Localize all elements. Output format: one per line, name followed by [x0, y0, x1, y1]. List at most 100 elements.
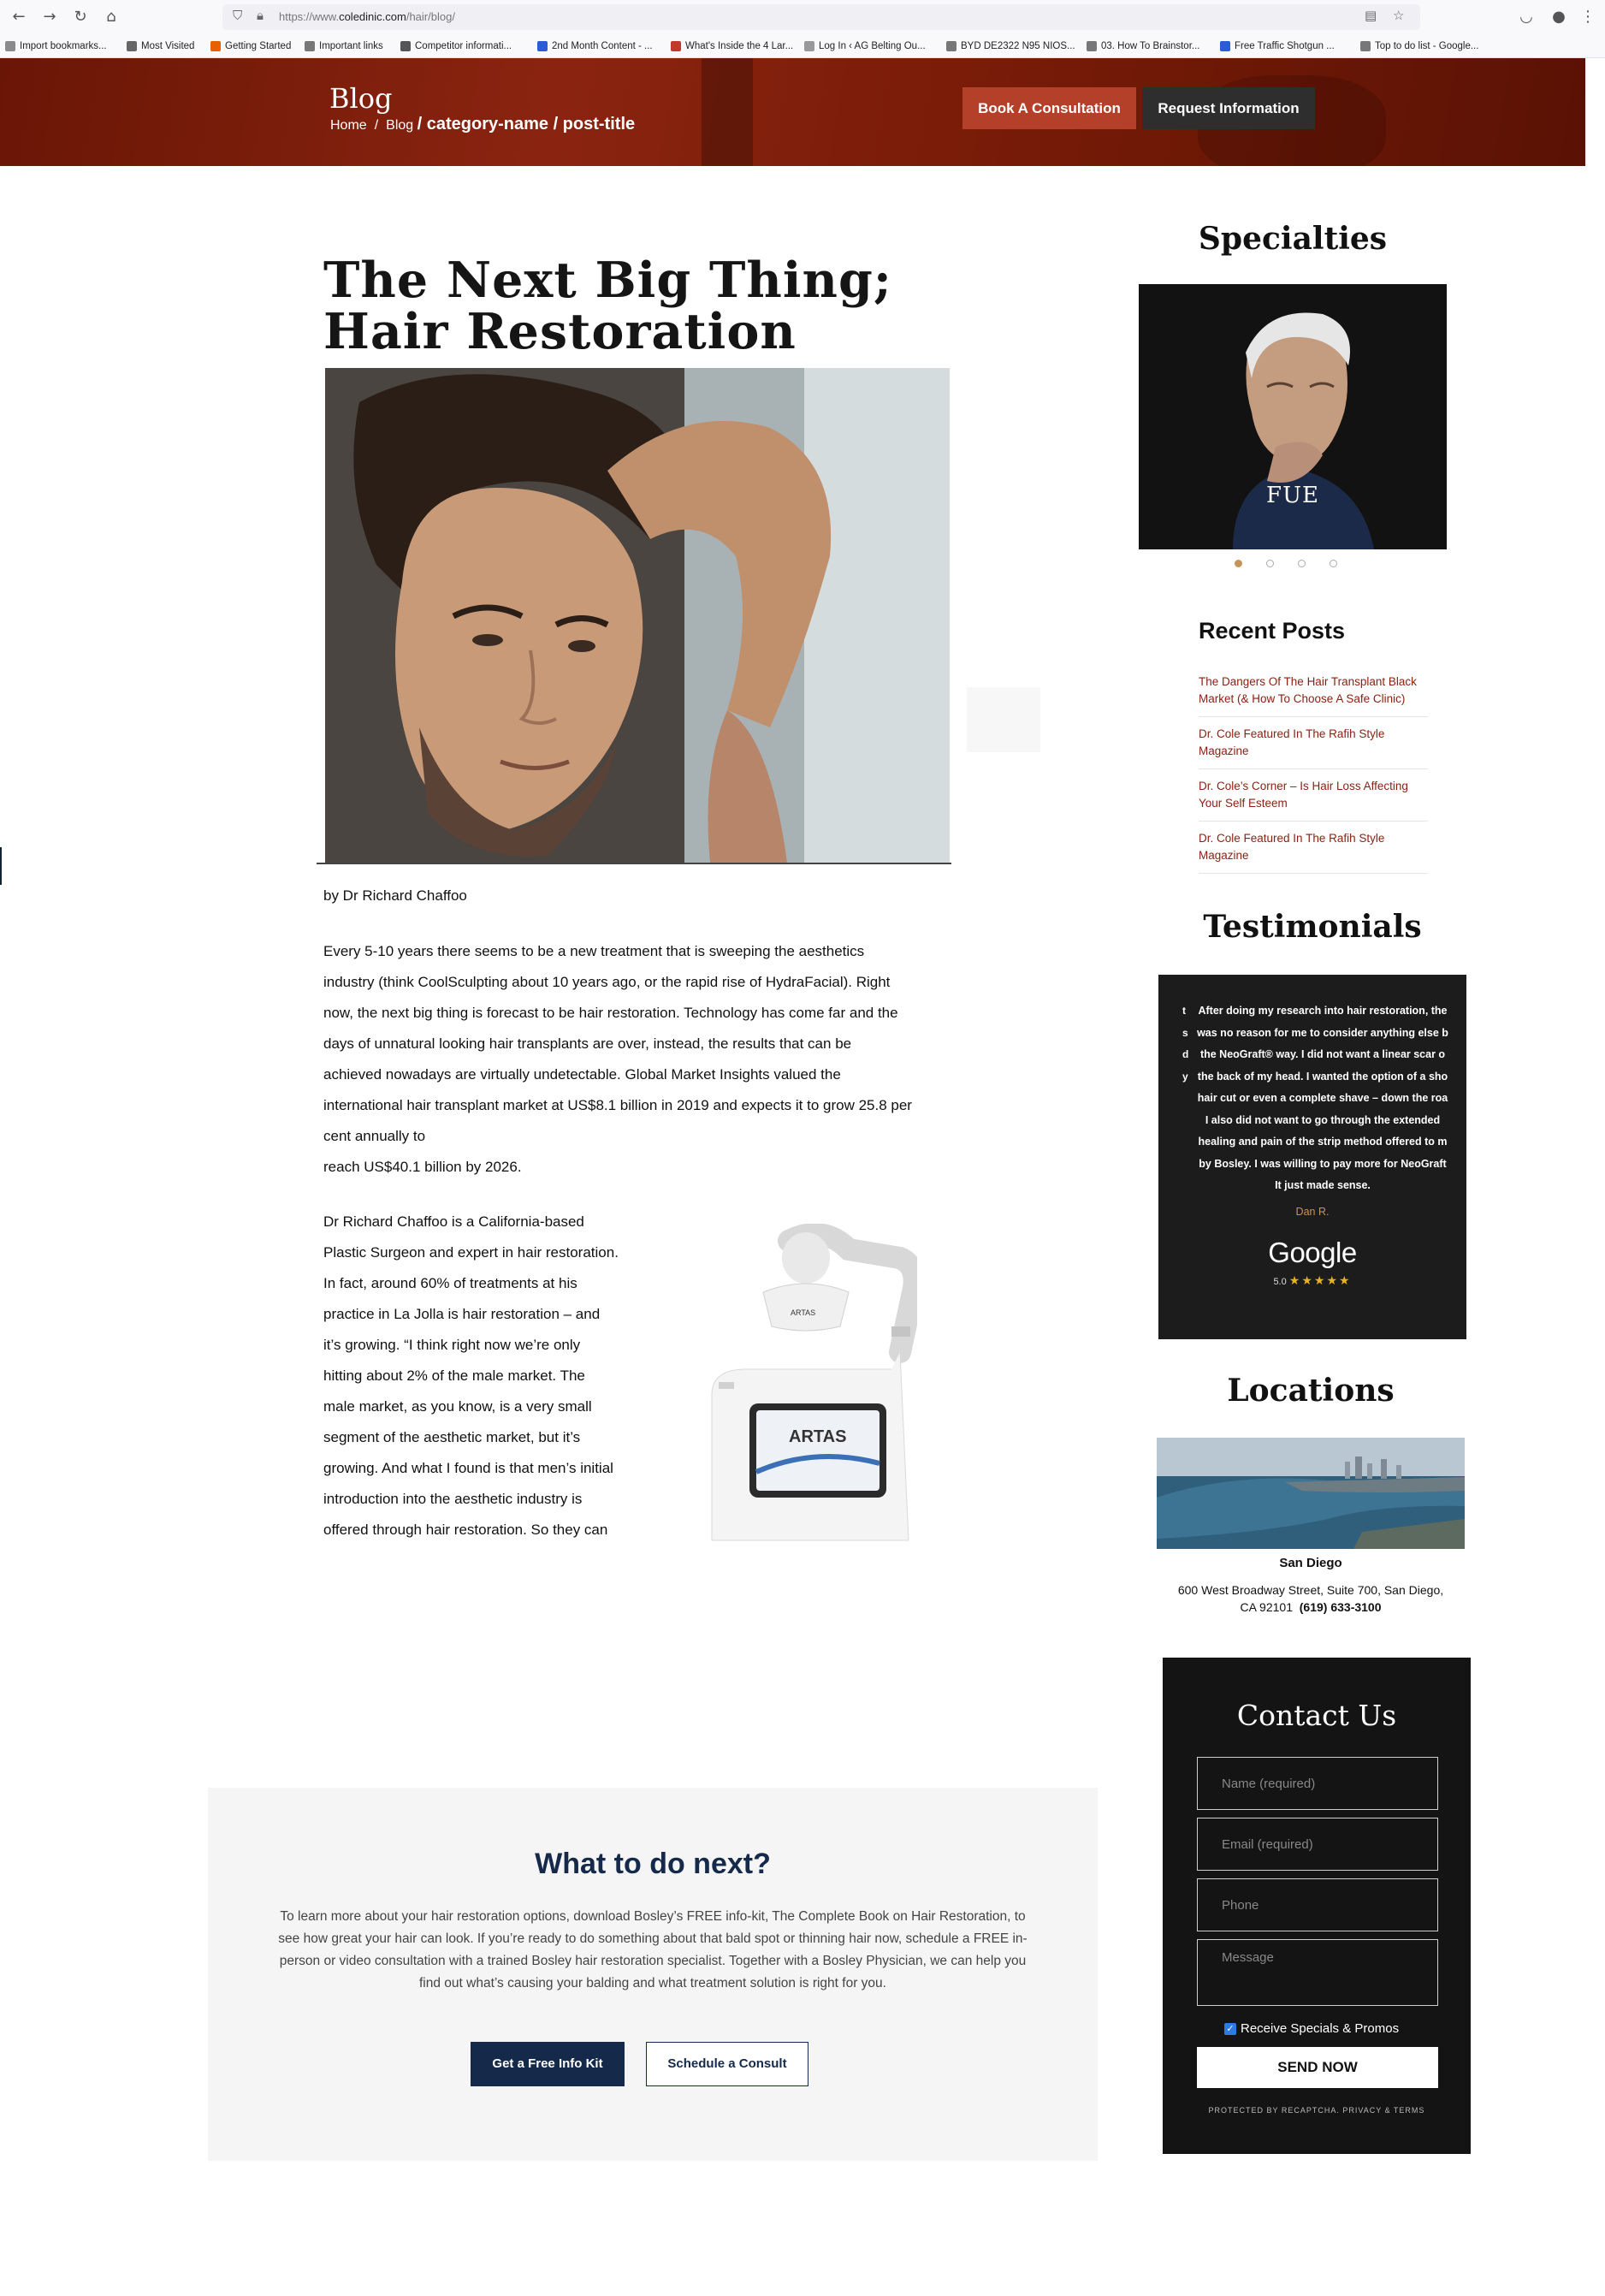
page-header: Blog Home / Blog / category-name / post-ti…	[0, 58, 1585, 166]
message-field[interactable]: Message	[1197, 1939, 1438, 2006]
recent-post-link[interactable]: Dr. Cole Featured In The Rafih Style Mag…	[1199, 726, 1428, 769]
location-phone[interactable]: (619) 633-3100	[1300, 1600, 1382, 1614]
recent-post-link[interactable]: The Dangers Of The Hair Transplant Black…	[1199, 673, 1428, 717]
recent-post-link[interactable]: Dr. Cole Featured In The Rafih Style Mag…	[1199, 830, 1428, 874]
bookmark-favicon-icon	[400, 41, 411, 51]
menu-icon[interactable]: ⋮	[1578, 7, 1598, 27]
url-text[interactable]: https://www.coledinic.com/hair/blog/	[279, 10, 455, 23]
profile-icon[interactable]: ●	[1549, 7, 1569, 27]
peek-letter: t	[1182, 1005, 1186, 1017]
post-byline: by Dr Richard Chaffoo	[323, 887, 467, 904]
slider-dot[interactable]	[1266, 560, 1274, 567]
slider-dot[interactable]	[1330, 560, 1337, 567]
peek-letter: y	[1182, 1070, 1188, 1083]
forward-icon[interactable]: →	[39, 7, 60, 27]
reader-view-icon[interactable]: ▤	[1365, 8, 1377, 23]
bookmark-star-icon[interactable]: ☆	[1393, 8, 1404, 23]
bookmark-favicon-icon	[946, 41, 956, 51]
reload-icon[interactable]: ↻	[70, 7, 91, 27]
artas-device-illustration: ARTAS ARTAS	[695, 1223, 926, 1549]
book-consultation-button[interactable]: Book A Consultation	[962, 87, 1136, 129]
san-diego-image[interactable]	[1157, 1438, 1465, 1549]
address-bar[interactable]: ⛉ 🔒︎ https://www.coledinic.com/hair/blog…	[222, 4, 1420, 30]
bookmark-favicon-icon	[305, 41, 315, 51]
specials-checkbox-row[interactable]: ✓ Receive Specials & Promos	[1224, 2021, 1399, 2036]
paragraph-line: industry (think CoolSculpting about 10 y…	[323, 974, 891, 990]
send-now-button[interactable]: SEND NOW	[1197, 2047, 1438, 2088]
bookmark-label: Competitor informati...	[415, 41, 512, 51]
bookmark-item[interactable]: 2nd Month Content - ...	[537, 39, 653, 53]
slider-dots	[1235, 560, 1337, 567]
bookmark-item[interactable]: Free Traffic Shotgun ...	[1220, 39, 1335, 53]
bookmark-item[interactable]: Getting Started	[210, 39, 291, 53]
lock-icon[interactable]: 🔒︎	[257, 8, 264, 23]
email-field[interactable]: Email (required)	[1197, 1818, 1438, 1871]
bookmark-item[interactable]: Important links	[305, 39, 383, 53]
specialty-slide[interactable]: FUE	[1139, 284, 1447, 549]
breadcrumb-current: / category-name / post-title	[417, 115, 636, 133]
testimonial-line: It just made sense.	[1275, 1179, 1371, 1191]
pocket-icon[interactable]: ◡	[1516, 7, 1537, 27]
peek-letter	[1182, 1110, 1191, 1132]
slider-dot[interactable]	[1235, 560, 1242, 567]
bookmark-favicon-icon	[671, 41, 681, 51]
breadcrumb: Home / Blog / category-name / post-title	[330, 115, 635, 134]
bookmark-item[interactable]: Most Visited	[127, 39, 194, 53]
testimonial-line: I also did not want to go through the ex…	[1205, 1113, 1441, 1126]
home-icon[interactable]: ⌂	[101, 7, 121, 27]
name-field[interactable]: Name (required)	[1197, 1757, 1438, 1810]
bookmark-item[interactable]: Competitor informati...	[400, 39, 512, 53]
header-title: Blog	[329, 82, 393, 115]
recent-post-link[interactable]: Dr. Cole’s Corner – Is Hair Loss Affecti…	[1199, 778, 1428, 822]
bookmark-label: Free Traffic Shotgun ...	[1235, 41, 1335, 51]
bookmark-label: Most Visited	[141, 41, 195, 51]
floating-placeholder	[967, 687, 1040, 752]
recaptcha-notice[interactable]: PROTECTED BY RECAPTCHA. PRIVACY & TERMS	[1163, 2106, 1471, 2115]
bookmark-favicon-icon	[5, 41, 15, 51]
paragraph-line: practice in La Jolla is hair restoration…	[323, 1306, 601, 1322]
request-information-button[interactable]: Request Information	[1142, 87, 1315, 129]
paragraph-line: now, the next big thing is forecast to b…	[323, 1005, 898, 1021]
bookmark-item[interactable]: Top to do list - Google...	[1360, 39, 1478, 53]
paragraph-line: reach US$40.1 billion by 2026.	[323, 1159, 522, 1175]
bookmark-label: 03. How To Brainstor...	[1101, 41, 1200, 51]
bookmark-label: Top to do list - Google...	[1375, 41, 1479, 51]
bookmark-label: Getting Started	[225, 41, 292, 51]
free-info-kit-button[interactable]: Get a Free Info Kit	[471, 2042, 625, 2086]
shield-icon[interactable]: ⛉	[233, 8, 242, 23]
paragraph-line: introduction into the aesthetic industry…	[323, 1491, 583, 1507]
location-address: 600 West Broadway Street, Suite 700, San…	[1157, 1581, 1465, 1616]
back-icon[interactable]: ←	[9, 7, 29, 27]
testimonial-peek-letters: tsdy	[1182, 1000, 1191, 1197]
breadcrumb-separator: /	[374, 118, 379, 133]
peek-letter	[1182, 1088, 1191, 1110]
bookmark-favicon-icon	[804, 41, 814, 51]
slider-dot[interactable]	[1298, 560, 1306, 567]
breadcrumb-blog[interactable]: Blog	[386, 118, 413, 133]
phone-field[interactable]: Phone	[1197, 1878, 1438, 1931]
post-title: The Next Big Thing; Hair Restoration	[323, 252, 892, 360]
breadcrumb-home[interactable]: Home	[330, 118, 367, 133]
testimonial-line: by Bosley. I was willing to pay more for…	[1199, 1157, 1447, 1170]
next-steps-text: To learn more about your hair restoratio…	[278, 1909, 1028, 1990]
bookmark-label: Important links	[319, 41, 383, 51]
paragraph-line: days of unnatural looking hair transplan…	[323, 1035, 852, 1052]
image-divider	[317, 863, 951, 864]
artas-head-label: ARTAS	[791, 1308, 815, 1317]
testimonial-line: the NeoGraft® way. I did not want a line…	[1199, 1048, 1446, 1060]
recent-posts-list: The Dangers Of The Hair Transplant Black…	[1199, 673, 1428, 882]
bookmark-item[interactable]: What's Inside the 4 Lar...	[671, 39, 793, 53]
specials-checkbox-label: Receive Specials & Promos	[1241, 2021, 1400, 2036]
rating-value: 5.0	[1273, 1277, 1287, 1287]
next-steps-heading: What to do next?	[535, 1848, 771, 1880]
bookmark-item[interactable]: 03. How To Brainstor...	[1087, 39, 1199, 53]
bookmark-item[interactable]: BYD DE2322 N95 NIOS...	[946, 39, 1075, 53]
recent-posts-heading: Recent Posts	[1199, 618, 1346, 644]
schedule-consult-button[interactable]: Schedule a Consult	[646, 2042, 808, 2086]
paragraph-line: achieved nowadays are virtually undetect…	[323, 1066, 841, 1083]
bookmark-item[interactable]: Import bookmarks...	[5, 39, 107, 53]
google-rating: 5.0 ★★★★★	[1158, 1274, 1466, 1288]
bookmark-item[interactable]: Log In ‹ AG Belting Ou...	[804, 39, 926, 53]
checkbox-checked-icon[interactable]: ✓	[1224, 2022, 1236, 2035]
fue-slide-label: FUE	[1266, 483, 1319, 508]
